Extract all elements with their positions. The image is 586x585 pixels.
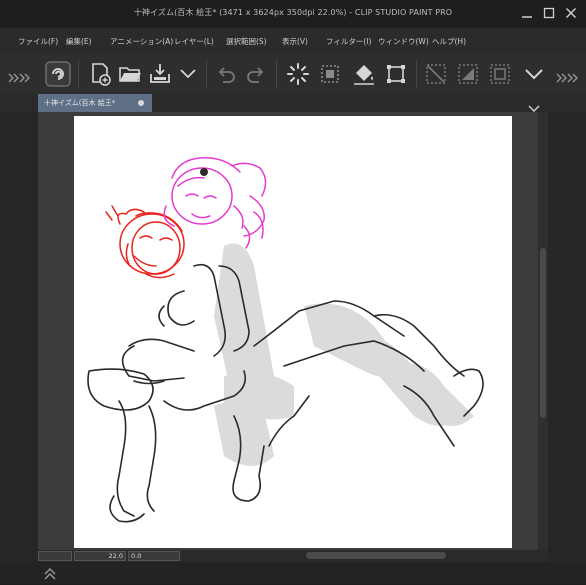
menu-edit[interactable]: 編集(E)	[66, 36, 92, 47]
menu-window[interactable]: ウィンドウ(W)	[378, 36, 429, 47]
drawing-canvas[interactable]	[74, 116, 512, 548]
right-panel-strip	[548, 94, 586, 564]
sketch-artwork	[87, 157, 484, 523]
select-area-icon[interactable]	[316, 60, 344, 88]
menu-animation[interactable]: アニメーション(A)	[110, 36, 173, 47]
angle-field[interactable]: 0.0	[128, 551, 180, 561]
toolbar-separator	[416, 60, 417, 88]
maximize-icon[interactable]	[540, 4, 558, 22]
expand-up-icon[interactable]	[44, 566, 56, 585]
title-bar: 十神イズム(百木 絵王* (3471 x 3624px 350dpi 22.0%…	[0, 0, 586, 28]
menu-help[interactable]: ヘルプ(H)	[432, 36, 466, 47]
toolbar-separator	[276, 60, 277, 88]
vertical-scroll-thumb[interactable]	[540, 248, 546, 418]
navigator-box[interactable]	[38, 551, 72, 561]
menu-selection[interactable]: 選択範囲(S)	[226, 36, 267, 47]
undo-icon[interactable]	[212, 60, 240, 88]
document-tab-label: 十神イズム(百木 絵王*	[44, 99, 116, 107]
vertical-scrollbar[interactable]	[538, 112, 548, 550]
menu-file[interactable]: ファイル(F)	[18, 36, 58, 47]
new-file-icon[interactable]	[86, 60, 114, 88]
transform-icon[interactable]	[382, 60, 410, 88]
minimize-icon[interactable]	[518, 4, 536, 22]
status-bar: 22.0 0.0	[38, 550, 548, 562]
clear-selection-icon[interactable]	[422, 60, 450, 88]
document-tab-bar: 十神イズム(百木 絵王*	[0, 94, 586, 113]
menu-filter[interactable]: フィルター(I)	[326, 36, 371, 47]
toolbar-separator	[78, 60, 79, 88]
invert-selection-icon[interactable]	[454, 60, 482, 88]
menu-layer[interactable]: レイヤー(L)	[174, 36, 214, 47]
zoom-field[interactable]: 22.0	[74, 551, 126, 561]
document-tab[interactable]: 十神イズム(百木 絵王*	[38, 94, 152, 112]
horizontal-scroll-thumb[interactable]	[306, 552, 446, 559]
show-selection-icon[interactable]	[486, 60, 514, 88]
menu-view[interactable]: 表示(V)	[282, 36, 308, 47]
redo-icon[interactable]	[242, 60, 270, 88]
command-bar	[0, 54, 586, 94]
chevron-down-icon[interactable]	[174, 60, 202, 88]
tab-close-icon[interactable]	[138, 100, 144, 106]
expand-left-icon[interactable]	[8, 68, 30, 87]
expand-right-icon[interactable]	[556, 68, 578, 87]
menu-bar: ファイル(F) 編集(E) アニメーション(A) レイヤー(L) 選択範囲(S)…	[0, 28, 586, 54]
window-title: 十神イズム(百木 絵王* (3471 x 3624px 350dpi 22.0%…	[133, 8, 453, 17]
close-icon[interactable]	[562, 4, 580, 22]
clip-studio-logo-icon[interactable]	[44, 60, 72, 88]
save-icon[interactable]	[146, 60, 174, 88]
toolbar-separator	[206, 60, 207, 88]
chevron-down-icon[interactable]	[520, 60, 548, 88]
left-panel-strip	[0, 94, 38, 564]
bottom-bar	[0, 562, 586, 584]
open-folder-icon[interactable]	[116, 60, 144, 88]
loading-spinner-icon[interactable]	[284, 60, 312, 88]
fill-icon[interactable]	[350, 60, 378, 88]
